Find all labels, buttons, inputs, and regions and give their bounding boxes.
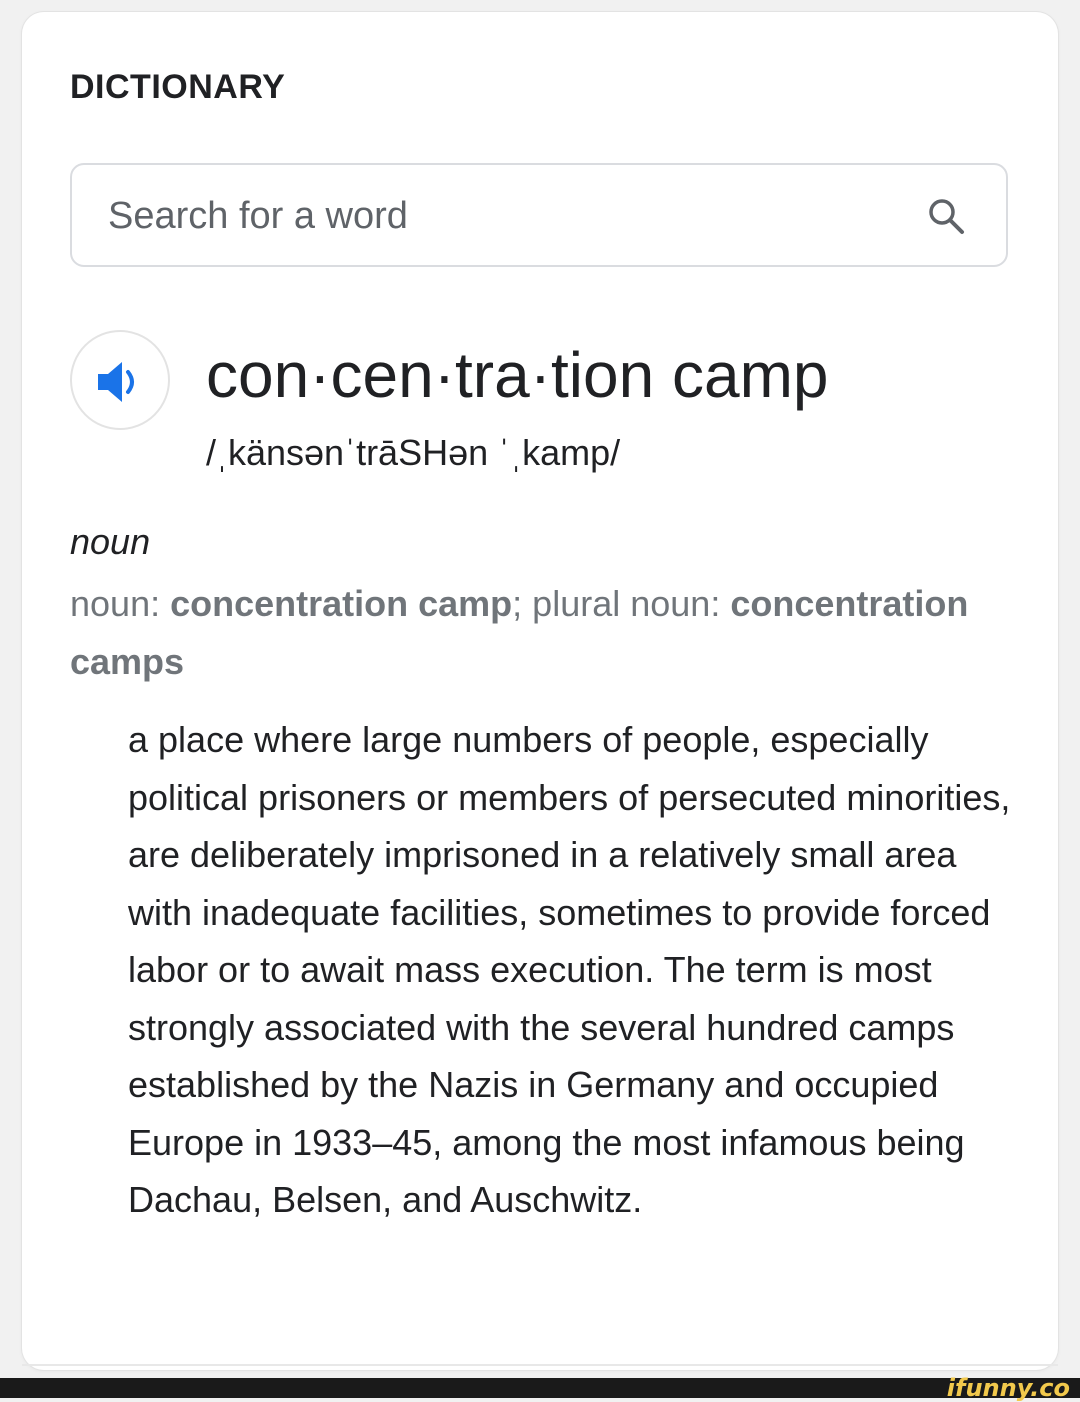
noun-label: noun:	[70, 583, 171, 624]
section-heading: DICTIONARY	[70, 68, 286, 106]
word-forms: noun: concentration camp; plural noun: c…	[70, 575, 970, 691]
dictionary-card: DICTIONARY con·cen·tra·tion camp /ˌkänsə…	[22, 12, 1058, 1370]
bottom-bar	[0, 1378, 1080, 1398]
search-icon[interactable]	[926, 196, 966, 236]
noun-value: concentration camp	[170, 583, 513, 624]
search-input[interactable]	[106, 165, 890, 267]
definition-text: a place where large numbers of people, e…	[128, 719, 1011, 1220]
speaker-icon	[98, 362, 134, 402]
plural-label: ; plural noun:	[512, 583, 731, 624]
part-of-speech: noun	[70, 521, 151, 562]
headword: con·cen·tra·tion camp	[206, 339, 829, 411]
phonetic-spelling: /ˌkänsənˈtrāSHən ˈˌkamp/	[206, 432, 621, 473]
pronounce-button[interactable]	[70, 330, 170, 430]
divider	[22, 1364, 1058, 1366]
search-box[interactable]	[70, 163, 1008, 267]
